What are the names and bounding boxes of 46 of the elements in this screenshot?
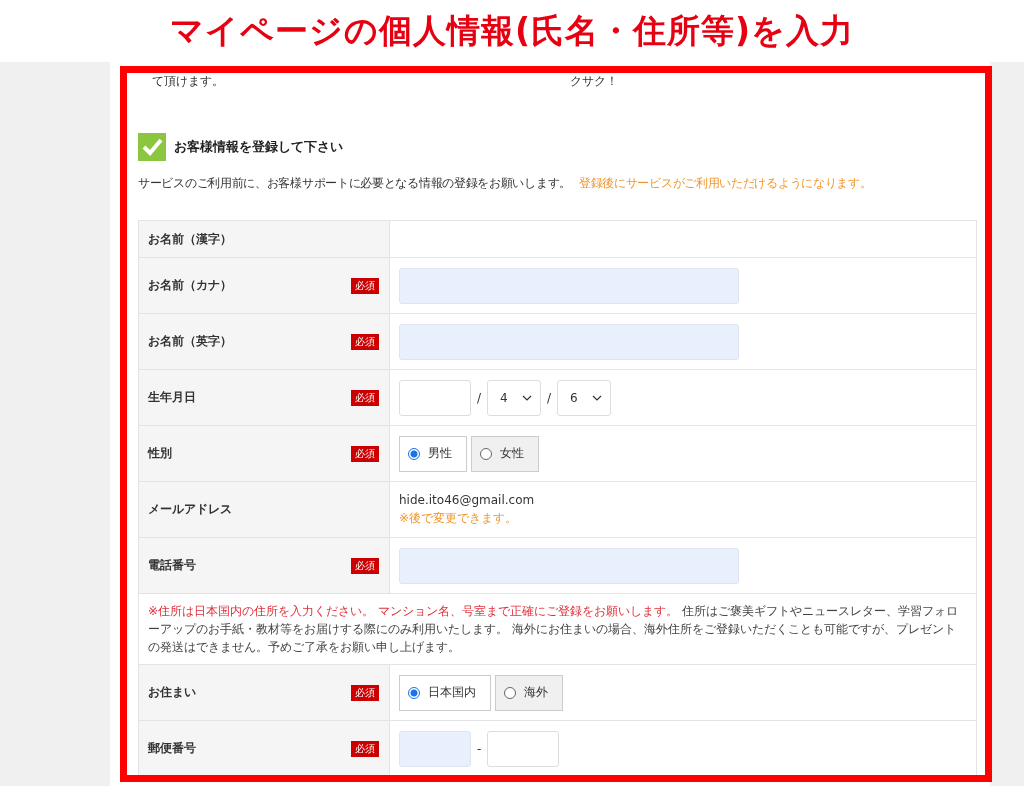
email-value: hide.ito46@gmail.com xyxy=(399,492,535,507)
date-separator: / xyxy=(477,390,482,405)
input-field[interactable] xyxy=(399,323,739,360)
radio-option[interactable]: 男性 xyxy=(399,435,467,472)
radio-option[interactable]: 女性 xyxy=(471,435,539,472)
intro-text: サービスのご利用前に、お客様サポートに必要となる情報の登録をお願いします。 登録後にサービスがご利用いただけるようになります。 xyxy=(138,175,873,192)
radio-button[interactable] xyxy=(408,686,420,699)
postal-separator: - xyxy=(477,741,482,756)
required-tag: 必須 xyxy=(351,389,379,406)
required-tag: 必須 xyxy=(351,277,379,294)
postal-field[interactable] xyxy=(399,730,471,767)
required-tag: 必須 xyxy=(351,684,379,701)
month-select[interactable]: 4 xyxy=(487,379,542,416)
field-label: 性別 xyxy=(148,445,172,462)
radio-button[interactable] xyxy=(504,686,516,699)
checkmark-icon xyxy=(138,133,166,161)
field-label: メールアドレス xyxy=(148,501,232,518)
banner-title: マイページの個人情報(氏名・住所等)を入力 xyxy=(169,9,855,52)
field-label: お名前（英字） xyxy=(148,333,232,350)
field-label: お名前（漢字） xyxy=(148,230,232,248)
year-field[interactable] xyxy=(399,379,471,416)
radio-button[interactable] xyxy=(408,447,420,460)
postal-field[interactable] xyxy=(487,730,560,767)
required-tag: 必須 xyxy=(351,557,379,574)
day-select[interactable]: 6 xyxy=(557,379,612,416)
radio-button[interactable] xyxy=(480,447,492,460)
field-label: 電話番号 xyxy=(148,557,196,574)
date-separator: / xyxy=(547,390,552,405)
radio-option[interactable]: 日本国内 xyxy=(399,674,491,711)
field-label: 郵便番号 xyxy=(148,740,196,757)
radio-option[interactable]: 海外 xyxy=(495,674,563,711)
caret-icon xyxy=(522,394,533,401)
cut-text: て頂けます。 xyxy=(152,73,225,90)
caret-icon xyxy=(592,394,603,401)
section-title: お客様情報を登録して下さい xyxy=(174,138,343,156)
field-label: 生年月日 xyxy=(148,389,196,406)
required-tag: 必須 xyxy=(351,445,379,462)
cut-text: クサク！ xyxy=(570,73,618,90)
input-field[interactable] xyxy=(399,547,739,584)
required-tag: 必須 xyxy=(351,740,379,757)
input-field[interactable] xyxy=(399,267,739,304)
field-label: お住まい xyxy=(148,684,196,701)
required-tag: 必須 xyxy=(351,333,379,350)
address-note: ※住所は日本国内の住所を入力ください。 マンション名、号室まで正確にご登録をお願いします。 住所はご褒美ギフトやニュースレター、学習フォローアップのお手紙・教材等をお届けする際にのみ利用いたします。 海外にお住まいの場合、海外住所をご登録いただくことも可能ですが、プレゼントの発送はできません。予めご了承をお願い申し上げます。 xyxy=(148,603,959,656)
field-label: お名前（カナ） xyxy=(148,277,232,294)
email-hint: ※後で変更できます。 xyxy=(399,509,519,527)
